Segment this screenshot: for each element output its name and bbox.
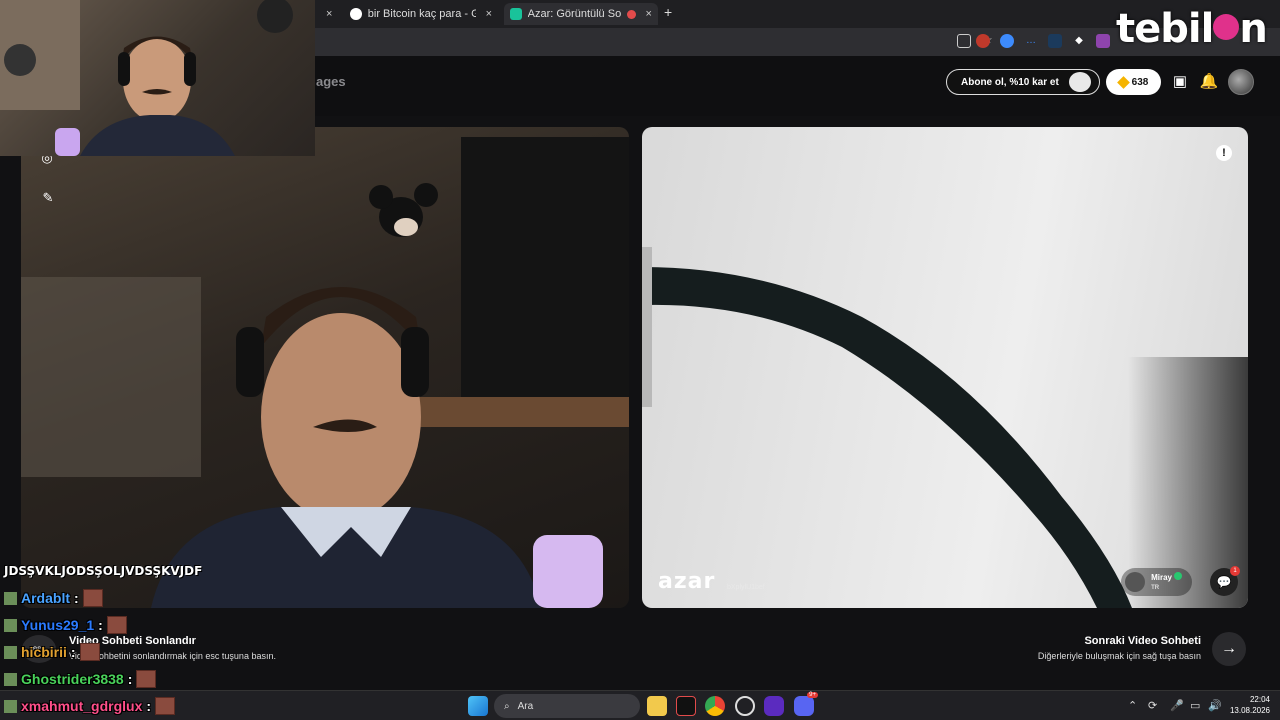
extension-icon[interactable] (1096, 34, 1110, 48)
streamer-logo: tebil n (1116, 6, 1268, 52)
next-chat-description: Diğerleriyle buluşmak için sağ tuşa bası… (1037, 651, 1201, 661)
webcam-scene (0, 0, 293, 156)
recording-icon (626, 9, 636, 19)
self-video-scene (21, 137, 629, 608)
bell-icon[interactable]: 🔔 (1199, 72, 1219, 92)
tray-app-icon[interactable]: ⟳ (1148, 699, 1157, 712)
emote-icon (79, 643, 100, 661)
discord-icon[interactable]: 9+ (794, 692, 818, 716)
extension-icon[interactable] (1000, 34, 1014, 48)
subscribe-label: Abone ol, %10 kar et (961, 76, 1059, 88)
magic-wand-icon[interactable]: ✎ (39, 189, 57, 207)
tab-label: Azar: Görüntülü Sohbet & Y (527, 8, 621, 20)
search-placeholder: Ara (517, 700, 534, 712)
extensions-bar: … ◆ (976, 34, 1110, 48)
search-icon: ⌕ (504, 700, 510, 712)
chevron-up-icon[interactable]: ⌃ (1128, 699, 1137, 712)
tab-label: bir Bitcoin kaç para - Google'da (367, 8, 476, 20)
chat-username: Yunus29_1 (21, 617, 95, 633)
partner-name: Miray (1151, 572, 1172, 582)
streamer-webcam (0, 0, 315, 156)
extension-icon[interactable]: ◆ (1072, 34, 1086, 48)
microphone-icon[interactable]: 🎤 (1170, 699, 1184, 712)
google-icon (350, 8, 362, 20)
azar-logo: azar (658, 569, 716, 594)
app-icon[interactable] (676, 696, 696, 716)
user-badge-icon (4, 591, 17, 605)
chat-username: Ghostrider3838 (21, 671, 124, 687)
gems-balance-button[interactable]: 638 (1106, 69, 1161, 95)
user-badge-icon (4, 672, 17, 686)
avatar[interactable] (1228, 69, 1254, 95)
user-badge-icon (4, 618, 17, 632)
emote-icon (106, 616, 127, 634)
partner-video: ! azar bXplylU1bef Miray TR 💬 1 (642, 127, 1248, 608)
windows-taskbar: ⌕ Ara 9+ ⌃ ⟳ 🎤 ▭ 🔊 22:04 13.08.2026 (0, 690, 1280, 720)
chat-username: Ardablt (21, 590, 70, 606)
flower-icon (1069, 72, 1091, 92)
tab-close-icon[interactable]: × (646, 8, 652, 20)
gem-icon (1116, 75, 1130, 89)
partner-video-scene (642, 247, 1132, 608)
tab-close-partial[interactable]: × (316, 3, 338, 25)
emote-icon (155, 697, 176, 715)
chat-badge: 1 (1230, 566, 1240, 576)
app-icon[interactable] (735, 696, 755, 716)
archive-icon[interactable]: ▣ (1170, 72, 1190, 92)
windows-start-icon[interactable] (468, 696, 488, 716)
chat-button[interactable]: 💬 1 (1210, 566, 1240, 596)
extension-icon[interactable] (1048, 34, 1062, 48)
emote-icon (82, 589, 103, 607)
verified-icon (1174, 571, 1182, 580)
chat-message: hicbirii : (4, 643, 100, 661)
report-icon[interactable]: ! (1216, 145, 1232, 161)
chrome-icon[interactable] (705, 696, 725, 716)
discord-badge: 9+ (807, 692, 818, 698)
session-id: bXplylU1bef (727, 584, 765, 591)
extension-icon[interactable] (976, 34, 990, 48)
app-icon[interactable] (764, 696, 784, 716)
emote-icon (136, 670, 157, 688)
chat-message: Ardablt : (4, 589, 103, 607)
chat-message: xmahmut_gdrglux : (4, 697, 176, 715)
new-tab-button[interactable]: + (664, 4, 672, 20)
end-chat-description: Video sohbetini sonlandırmak için esc tu… (69, 651, 276, 661)
azar-favicon-icon (510, 8, 522, 20)
chat-message: Yunus29_1 : (4, 616, 127, 634)
self-video: ✎ (21, 127, 629, 608)
tab-close-icon[interactable]: × (486, 8, 492, 20)
install-app-icon[interactable] (957, 34, 971, 48)
partner-info[interactable]: Miray TR (1121, 568, 1192, 596)
tab-google-search[interactable]: bir Bitcoin kaç para - Google'da × (344, 3, 498, 25)
tab-azar[interactable]: Azar: Görüntülü Sohbet & Y × (504, 3, 658, 25)
gems-count: 638 (1131, 76, 1149, 88)
logo-dot-icon (1213, 14, 1240, 40)
chat-username: hicbirii (21, 644, 67, 660)
file-explorer-icon[interactable] (647, 696, 667, 716)
user-badge-icon (4, 699, 17, 713)
nav-messages-link[interactable]: ages (316, 74, 346, 89)
clock-time: 22:04 (1249, 695, 1270, 704)
next-chat-button[interactable]: → (1212, 632, 1246, 666)
clock-date: 13.08.2026 (1229, 706, 1270, 715)
extension-icon[interactable]: … (1024, 34, 1038, 48)
next-chat-title: Sonraki Video Sohbeti (1084, 635, 1201, 647)
stream-chat-header: JDSŞVKLJODSŞOLJVDSŞKVJDF (4, 564, 203, 578)
system-clock[interactable]: 22:04 13.08.2026 (1226, 694, 1270, 716)
taskbar-search[interactable]: ⌕ Ara (494, 694, 640, 718)
chat-username: xmahmut_gdrglux (21, 698, 143, 714)
subscribe-button[interactable]: Abone ol, %10 kar et (946, 69, 1100, 95)
volume-icon[interactable]: 🔊 (1208, 699, 1222, 712)
network-icon[interactable]: ▭ (1190, 699, 1200, 712)
user-badge-icon (4, 645, 17, 659)
partner-avatar (1125, 572, 1146, 592)
chat-message: Ghostrider3838 : (4, 670, 157, 688)
partner-country: TR (1151, 584, 1160, 591)
